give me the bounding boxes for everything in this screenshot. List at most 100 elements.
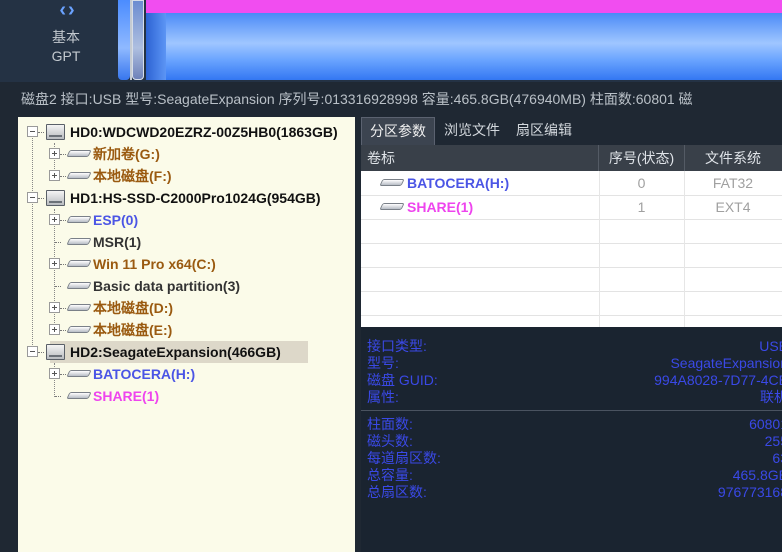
prop-value: 976773168 bbox=[717, 484, 782, 500]
partition-block-esp[interactable] bbox=[118, 0, 130, 80]
prop-key: 每道扇区数: bbox=[367, 450, 441, 466]
expand-icon[interactable] bbox=[49, 170, 60, 181]
partition-icon bbox=[68, 326, 90, 334]
prop-disk-guid: 磁盘 GUID: 994A8028-7D77-4CB bbox=[367, 372, 782, 389]
prop-key: 接口类型: bbox=[367, 338, 427, 354]
prop-sectors-per-track: 每道扇区数: 63 bbox=[367, 450, 782, 467]
tree-partition[interactable]: Win 11 Pro x64(C:) bbox=[18, 253, 355, 275]
tree-partition[interactable]: ESP(0) bbox=[18, 209, 355, 231]
partition-icon bbox=[381, 179, 403, 187]
disk-nav: ‹ › bbox=[47, 0, 87, 22]
expand-icon[interactable] bbox=[49, 368, 60, 379]
tree-partition-label: 新加卷(G:) bbox=[93, 146, 160, 162]
tab-sector-edit[interactable]: 扇区编辑 bbox=[508, 117, 580, 145]
table-row-empty bbox=[361, 291, 782, 316]
tree-disk-hd2[interactable]: HD2:SeagateExpansion(466GB) bbox=[18, 341, 355, 363]
tree-partition[interactable]: 本地磁盘(D:) bbox=[18, 297, 355, 319]
column-header-index[interactable]: 序号(状态) bbox=[599, 145, 685, 171]
tree-partition-label: 本地磁盘(E:) bbox=[93, 322, 173, 338]
prop-model: 型号: SeagateExpansion bbox=[367, 355, 782, 372]
row-index: 0 bbox=[599, 171, 685, 195]
tab-browse-files[interactable]: 浏览文件 bbox=[436, 117, 508, 145]
partition-icon bbox=[381, 203, 403, 211]
table-row-empty bbox=[361, 243, 782, 268]
partition-icon bbox=[68, 304, 90, 312]
table-header: 卷标 序号(状态) 文件系统 bbox=[361, 145, 782, 171]
prop-value: 联机 bbox=[760, 389, 782, 405]
disk-info-text: 磁盘2 接口:USB 型号:SeagateExpansion 序列号:01331… bbox=[21, 91, 693, 107]
prev-disk-icon[interactable]: ‹ bbox=[59, 0, 66, 20]
collapse-icon[interactable] bbox=[27, 346, 38, 357]
partition-icon bbox=[68, 260, 90, 268]
column-header-label[interactable]: 卷标 bbox=[361, 145, 599, 171]
tree-partition[interactable]: 本地磁盘(F:) bbox=[18, 165, 355, 187]
tree-partition-label: 本地磁盘(D:) bbox=[93, 300, 174, 316]
next-disk-icon[interactable]: › bbox=[68, 0, 75, 20]
tree-partition-label: 本地磁盘(F:) bbox=[93, 168, 172, 184]
expand-icon[interactable] bbox=[49, 148, 60, 159]
prop-value: 465.8GB bbox=[732, 467, 782, 483]
disk-tree[interactable]: HD0:WDCWD20EZRZ-00Z5HB0(1863GB) 新加卷(G:) … bbox=[18, 117, 355, 552]
prop-value: 994A8028-7D77-4CB bbox=[654, 372, 782, 388]
tree-disk-label: HD2:SeagateExpansion(466GB) bbox=[70, 344, 281, 360]
tab-partition-params[interactable]: 分区参数 bbox=[361, 117, 435, 146]
expand-icon[interactable] bbox=[49, 324, 60, 335]
partition-icon bbox=[68, 370, 90, 378]
tree-partition-label: ESP(0) bbox=[93, 212, 139, 228]
tree-partition[interactable]: SHARE(1) bbox=[18, 385, 355, 407]
table-row-empty bbox=[361, 315, 782, 327]
expand-icon[interactable] bbox=[49, 302, 60, 313]
partition-block-small[interactable] bbox=[132, 0, 144, 80]
prop-value: 60801 bbox=[749, 416, 782, 432]
partition-icon bbox=[68, 282, 90, 290]
tree-partition[interactable]: Basic data partition(3) bbox=[18, 275, 355, 297]
prop-total-sectors: 总扇区数: 976773168 bbox=[367, 484, 782, 501]
row-fs: FAT32 bbox=[712, 175, 754, 191]
collapse-icon[interactable] bbox=[27, 126, 38, 137]
disk-properties: 接口类型: USB 型号: SeagateExpansion 磁盘 GUID: … bbox=[361, 327, 782, 552]
prop-value: 63 bbox=[772, 450, 782, 466]
prop-value: SeagateExpansion bbox=[670, 355, 782, 371]
partition-icon bbox=[68, 216, 90, 224]
hard-disk-icon bbox=[46, 124, 65, 140]
tree-partition-label: SHARE(1) bbox=[93, 388, 160, 404]
tree-partition[interactable]: MSR(1) bbox=[18, 231, 355, 253]
table-row[interactable]: BATOCERA(H:) 0 FAT32 bbox=[361, 171, 782, 196]
tree-partition[interactable]: 新加卷(G:) bbox=[18, 143, 355, 165]
table-row[interactable]: SHARE(1) 1 EXT4 bbox=[361, 195, 782, 220]
tree-disk-hd1[interactable]: HD1:HS-SSD-C2000Pro1024G(954GB) bbox=[18, 187, 355, 209]
partition-icon bbox=[68, 172, 90, 180]
partition-icon bbox=[68, 150, 90, 158]
table-row-empty bbox=[361, 219, 782, 244]
partition-block-main[interactable] bbox=[146, 0, 782, 80]
row-fs: EXT4 bbox=[715, 199, 751, 215]
partition-block-cap bbox=[146, 0, 782, 13]
table-row-empty bbox=[361, 267, 782, 292]
tree-partition-label: Basic data partition(3) bbox=[93, 278, 241, 294]
row-label: BATOCERA(H:) bbox=[407, 171, 600, 195]
column-header-fs[interactable]: 文件系统 bbox=[684, 145, 782, 171]
tab-bar: 分区参数 浏览文件 扇区编辑 bbox=[361, 117, 782, 146]
partition-icon bbox=[68, 238, 90, 246]
partition-block-edge bbox=[146, 13, 166, 80]
prop-key: 总容量: bbox=[367, 467, 413, 483]
row-index: 1 bbox=[599, 195, 685, 219]
disk-type-label: 基本 bbox=[52, 29, 80, 45]
tree-partition-label: BATOCERA(H:) bbox=[93, 366, 196, 382]
tree-disk-hd0[interactable]: HD0:WDCWD20EZRZ-00Z5HB0(1863GB) bbox=[18, 121, 355, 143]
prop-attributes: 属性: 联机 bbox=[367, 389, 782, 406]
tree-partition-label: Win 11 Pro x64(C:) bbox=[93, 256, 216, 272]
collapse-icon[interactable] bbox=[27, 192, 38, 203]
partition-block-fill bbox=[150, 13, 782, 80]
hard-disk-icon bbox=[46, 344, 65, 360]
disk-map-bar: ‹ › 基本 GPT bbox=[0, 0, 782, 82]
prop-value: 255 bbox=[764, 433, 782, 449]
prop-heads: 磁头数: 255 bbox=[367, 433, 782, 450]
prop-key: 型号: bbox=[367, 355, 399, 371]
prop-value: USB bbox=[759, 338, 782, 354]
expand-icon[interactable] bbox=[49, 214, 60, 225]
expand-icon[interactable] bbox=[49, 258, 60, 269]
tree-partition[interactable]: BATOCERA(H:) bbox=[18, 363, 355, 385]
tree-partition[interactable]: 本地磁盘(E:) bbox=[18, 319, 355, 341]
prop-total-capacity: 总容量: 465.8GB bbox=[367, 467, 782, 484]
